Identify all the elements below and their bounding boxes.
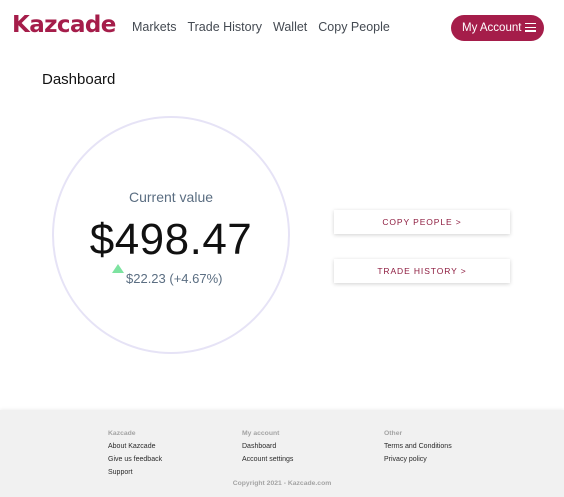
- my-account-label: My Account: [462, 22, 522, 34]
- footer-column-kazcade: Kazcade About Kazcade Give us feedback S…: [108, 429, 162, 482]
- copyright: Copyright 2021 - Kazcade.com: [232, 480, 332, 487]
- value-change: $22.23 (+4.67%): [126, 271, 223, 286]
- main-nav: Markets Trade History Wallet Copy People: [132, 18, 401, 36]
- nav-markets[interactable]: Markets: [132, 18, 176, 36]
- menu-icon: [525, 23, 536, 32]
- copy-people-button[interactable]: COPY PEOPLE >: [334, 210, 510, 234]
- trade-history-label: TRADE HISTORY >: [377, 266, 467, 276]
- nav-trade-history[interactable]: Trade History: [187, 18, 262, 36]
- footer-link-feedback[interactable]: Give us feedback: [108, 455, 162, 465]
- footer: Kazcade About Kazcade Give us feedback S…: [0, 410, 564, 497]
- footer-link-about[interactable]: About Kazcade: [108, 442, 162, 452]
- nav-copy-people[interactable]: Copy People: [318, 18, 390, 36]
- footer-link-account-settings[interactable]: Account settings: [242, 455, 293, 465]
- current-value-amount: $498.47: [89, 215, 253, 264]
- footer-column-other: Other Terms and Conditions Privacy polic…: [384, 429, 452, 468]
- my-account-button[interactable]: My Account: [451, 15, 544, 41]
- footer-heading: Kazcade: [108, 430, 136, 437]
- copy-people-label: COPY PEOPLE >: [382, 217, 462, 227]
- trade-history-button[interactable]: TRADE HISTORY >: [334, 259, 510, 283]
- footer-link-dashboard[interactable]: Dashboard: [242, 442, 293, 452]
- up-triangle-icon: [112, 264, 124, 273]
- current-value-label: Current value: [128, 189, 214, 205]
- nav-wallet[interactable]: Wallet: [273, 18, 307, 36]
- footer-heading: Other: [384, 430, 403, 437]
- page-title: Dashboard: [42, 71, 116, 88]
- header: Kazcade Markets Trade History Wallet Cop…: [0, 0, 564, 56]
- footer-link-terms[interactable]: Terms and Conditions: [384, 442, 452, 452]
- footer-link-support[interactable]: Support: [108, 468, 162, 478]
- footer-column-my-account: My account Dashboard Account settings: [242, 429, 293, 468]
- footer-heading: My account: [242, 430, 280, 437]
- logo[interactable]: Kazcade: [12, 10, 116, 40]
- footer-link-privacy[interactable]: Privacy policy: [384, 455, 452, 465]
